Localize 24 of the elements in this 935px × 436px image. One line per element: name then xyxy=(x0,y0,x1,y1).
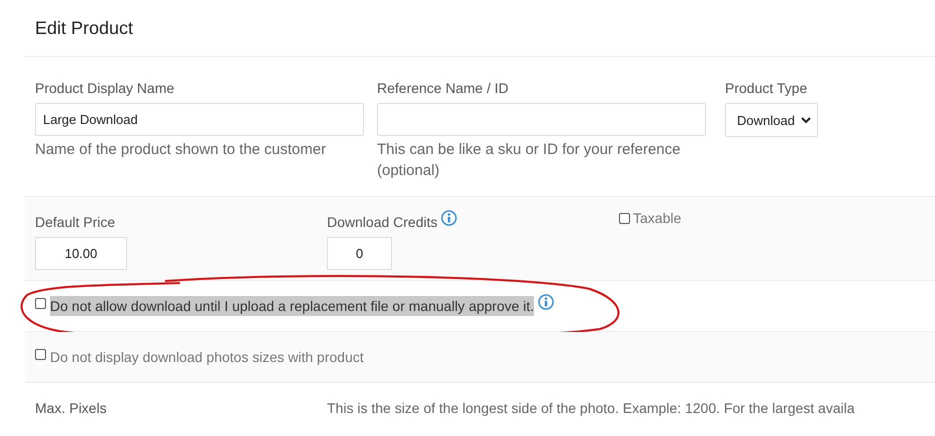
text-field[interactable] xyxy=(377,103,706,136)
checkbox-label: Taxable xyxy=(633,210,682,226)
number-field[interactable]: 10.00 xyxy=(35,237,127,270)
number-field[interactable]: 0 xyxy=(327,237,392,270)
checkbox[interactable] xyxy=(35,348,46,360)
product-type-dropdown[interactable]: Download xyxy=(725,103,818,137)
field-label: Reference Name / ID xyxy=(377,79,508,97)
field-label: Download Credits xyxy=(327,213,438,231)
checkbox[interactable] xyxy=(35,298,46,308)
help-text: This can be like a sku or ID for your reference (optional) xyxy=(377,140,682,181)
info-icon[interactable] xyxy=(538,294,554,310)
page-title: Edit Product xyxy=(35,18,134,38)
field-label: Product Display Name xyxy=(35,79,174,97)
checkbox-label: Do not allow download until I upload a replacement file or manually approve it. xyxy=(50,296,534,316)
checkbox-label: Do not display download photos sizes with product xyxy=(50,348,364,367)
field-label: Default Price xyxy=(35,213,116,231)
help-text: Name of the product shown to the customer xyxy=(35,140,327,160)
text-field[interactable]: Large Download xyxy=(35,103,364,136)
field-label: Max. Pixels xyxy=(35,399,108,418)
info-icon[interactable] xyxy=(440,210,456,226)
field-label: Product Type xyxy=(725,79,808,97)
help-text: This is the size of the longest side of the photo. Example: 1200. For the largest availa xyxy=(327,399,855,418)
chevron-icon xyxy=(800,116,811,124)
checkbox[interactable] xyxy=(619,212,630,224)
